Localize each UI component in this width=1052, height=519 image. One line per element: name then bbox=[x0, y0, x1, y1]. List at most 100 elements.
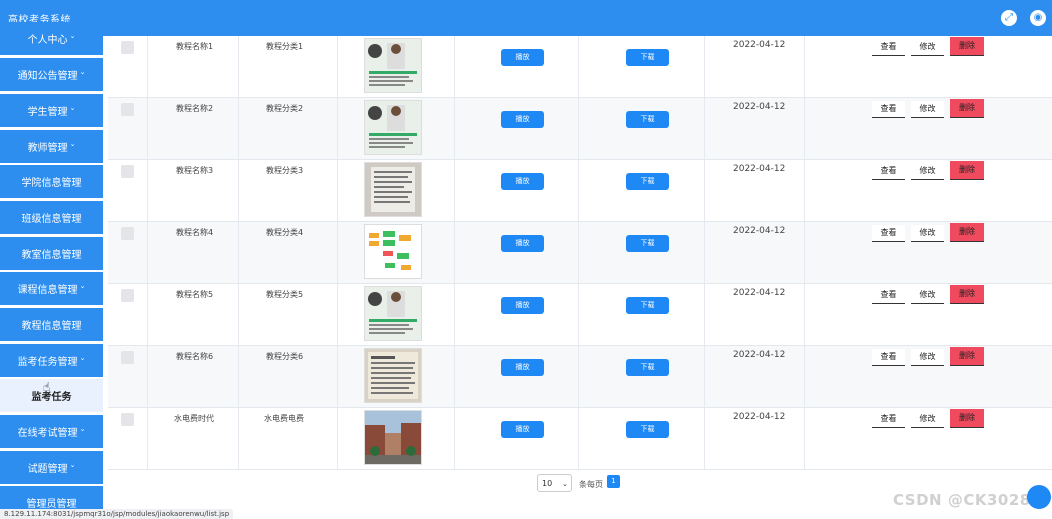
tutorial-cover-image bbox=[364, 410, 422, 465]
chevron-down-icon: ⌄ bbox=[69, 103, 76, 112]
sidebar-item-questions[interactable]: 试题管理 ⌄ bbox=[0, 451, 103, 484]
play-button[interactable]: 播放 bbox=[501, 297, 544, 314]
sidebar-item-label: 通知公告管理 bbox=[17, 71, 78, 82]
download-button[interactable]: 下载 bbox=[626, 421, 669, 438]
sidebar-item-label: 管理员管理 bbox=[26, 499, 77, 510]
delete-button[interactable]: 删除 bbox=[950, 99, 984, 118]
page-number-button[interactable]: 1 bbox=[607, 475, 620, 488]
sidebar-item-college[interactable]: 学院信息管理 bbox=[0, 165, 103, 198]
sidebar-item-label: 教程信息管理 bbox=[21, 321, 82, 332]
page-size-select[interactable]: 10 ⌄ bbox=[537, 474, 572, 492]
floating-action-button[interactable] bbox=[1027, 485, 1051, 509]
row-checkbox[interactable] bbox=[121, 289, 134, 302]
tutorial-category: 教程分类4 bbox=[266, 228, 304, 237]
row-checkbox[interactable] bbox=[121, 41, 134, 54]
expand-icon[interactable]: ⤢ bbox=[1001, 10, 1017, 26]
row-checkbox[interactable] bbox=[121, 413, 134, 426]
table-row: 教程名称6 教程分类6 播放 下载 2022-04-12 查看 修改 删除 bbox=[108, 346, 1052, 408]
delete-button[interactable]: 删除 bbox=[950, 223, 984, 242]
sidebar-item-label: 课程信息管理 bbox=[17, 285, 78, 296]
view-button[interactable]: 查看 bbox=[872, 101, 905, 118]
sidebar-item-label: 班级信息管理 bbox=[21, 214, 82, 225]
sidebar-item-invigilation-mgmt[interactable]: 监考任务管理 ⌄ bbox=[0, 344, 103, 377]
edit-button[interactable]: 修改 bbox=[911, 225, 944, 242]
sidebar-item-personal-center[interactable]: 个人中心 ⌄ bbox=[0, 22, 103, 55]
chevron-down-icon: ⌄ bbox=[79, 281, 86, 290]
delete-button[interactable]: 删除 bbox=[950, 161, 984, 180]
tutorial-cover-image bbox=[364, 348, 422, 403]
play-button[interactable]: 播放 bbox=[501, 49, 544, 66]
row-checkbox[interactable] bbox=[121, 351, 134, 364]
chevron-down-icon: ⌄ bbox=[69, 31, 76, 40]
edit-button[interactable]: 修改 bbox=[911, 287, 944, 304]
delete-button[interactable]: 删除 bbox=[950, 347, 984, 366]
view-button[interactable]: 查看 bbox=[872, 163, 905, 180]
download-button[interactable]: 下载 bbox=[626, 297, 669, 314]
created-date: 2022-04-12 bbox=[733, 40, 786, 50]
row-checkbox[interactable] bbox=[121, 103, 134, 116]
table-row: 教程名称2 教程分类2 播放 下载 2022-04-12 查看 修改 删除 bbox=[108, 98, 1052, 160]
delete-button[interactable]: 删除 bbox=[950, 409, 984, 428]
delete-button[interactable]: 删除 bbox=[950, 285, 984, 304]
tutorial-category: 教程分类2 bbox=[266, 104, 304, 113]
sidebar: 个人中心 ⌄ 通知公告管理 ⌄ 学生管理 ⌄ 教师管理 ⌄ 学院信息管理 班级信息管理 … bbox=[0, 22, 108, 519]
view-button[interactable]: 查看 bbox=[872, 39, 905, 56]
view-button[interactable]: 查看 bbox=[872, 287, 905, 304]
created-date: 2022-04-12 bbox=[733, 164, 786, 174]
top-bar: 高校考务系统 ⤢ ◉ bbox=[0, 0, 1052, 36]
sidebar-item-notice[interactable]: 通知公告管理 ⌄ bbox=[0, 58, 103, 91]
tutorial-category: 教程分类6 bbox=[266, 352, 304, 361]
created-date: 2022-04-12 bbox=[733, 102, 786, 112]
play-button[interactable]: 播放 bbox=[501, 359, 544, 376]
tutorial-cover-image bbox=[364, 286, 422, 341]
sidebar-item-classroom[interactable]: 教室信息管理 bbox=[0, 237, 103, 270]
created-date: 2022-04-12 bbox=[733, 226, 786, 236]
sidebar-item-label: 在线考试管理 bbox=[17, 428, 78, 439]
sidebar-item-tutorial[interactable]: 教程信息管理 bbox=[0, 308, 103, 341]
row-checkbox[interactable] bbox=[121, 165, 134, 178]
sidebar-item-teachers[interactable]: 教师管理 ⌄ bbox=[0, 130, 103, 163]
sidebar-item-course[interactable]: 课程信息管理 ⌄ bbox=[0, 272, 103, 305]
play-button[interactable]: 播放 bbox=[501, 235, 544, 252]
per-page-label: 条每页 bbox=[579, 480, 603, 489]
status-bar-url: 8.129.11.174:8031/jspmqr31o/jsp/modules/… bbox=[0, 509, 234, 519]
download-button[interactable]: 下载 bbox=[626, 235, 669, 252]
tutorial-name: 教程名称6 bbox=[176, 352, 214, 361]
edit-button[interactable]: 修改 bbox=[911, 39, 944, 56]
download-button[interactable]: 下载 bbox=[626, 111, 669, 128]
sidebar-item-invigilation[interactable]: 监考任务 bbox=[0, 379, 103, 412]
edit-button[interactable]: 修改 bbox=[911, 411, 944, 428]
edit-button[interactable]: 修改 bbox=[911, 101, 944, 118]
created-date: 2022-04-12 bbox=[733, 412, 786, 422]
view-button[interactable]: 查看 bbox=[872, 349, 905, 366]
download-button[interactable]: 下载 bbox=[626, 173, 669, 190]
download-button[interactable]: 下载 bbox=[626, 49, 669, 66]
created-date: 2022-04-12 bbox=[733, 288, 786, 298]
sidebar-item-label: 监考任务 bbox=[31, 392, 72, 403]
table-row: 教程名称4 教程分类4 播放 下载 2022-04-12 查看 修改 删除 bbox=[108, 222, 1052, 284]
sidebar-item-online-exam[interactable]: 在线考试管理 ⌄ bbox=[0, 415, 103, 448]
watermark: CSDN @CK3028 bbox=[893, 491, 1031, 509]
download-button[interactable]: 下载 bbox=[626, 359, 669, 376]
view-button[interactable]: 查看 bbox=[872, 225, 905, 242]
edit-button[interactable]: 修改 bbox=[911, 349, 944, 366]
sidebar-item-label: 个人中心 bbox=[27, 35, 68, 46]
play-button[interactable]: 播放 bbox=[501, 111, 544, 128]
tutorial-cover-image bbox=[364, 100, 422, 155]
sidebar-item-class[interactable]: 班级信息管理 bbox=[0, 201, 103, 234]
sidebar-item-label: 学院信息管理 bbox=[21, 178, 82, 189]
user-icon[interactable]: ◉ bbox=[1030, 10, 1046, 26]
row-checkbox[interactable] bbox=[121, 227, 134, 240]
tutorial-cover-image bbox=[364, 162, 422, 217]
table-row: 教程名称3 教程分类3 播放 下载 2022-04-12 查看 修改 删除 bbox=[108, 160, 1052, 222]
view-button[interactable]: 查看 bbox=[872, 411, 905, 428]
chevron-down-icon: ⌄ bbox=[79, 67, 86, 76]
play-button[interactable]: 播放 bbox=[501, 173, 544, 190]
tutorial-category: 水电费电费 bbox=[264, 414, 304, 423]
tutorial-table: 教程名称1 教程分类1 播放 下载 2022-04-12 查看 修改 删除 教程… bbox=[108, 36, 1052, 519]
sidebar-item-students[interactable]: 学生管理 ⌄ bbox=[0, 94, 103, 127]
delete-button[interactable]: 删除 bbox=[950, 37, 984, 56]
play-button[interactable]: 播放 bbox=[501, 421, 544, 438]
chevron-down-icon: ⌄ bbox=[79, 424, 86, 433]
edit-button[interactable]: 修改 bbox=[911, 163, 944, 180]
